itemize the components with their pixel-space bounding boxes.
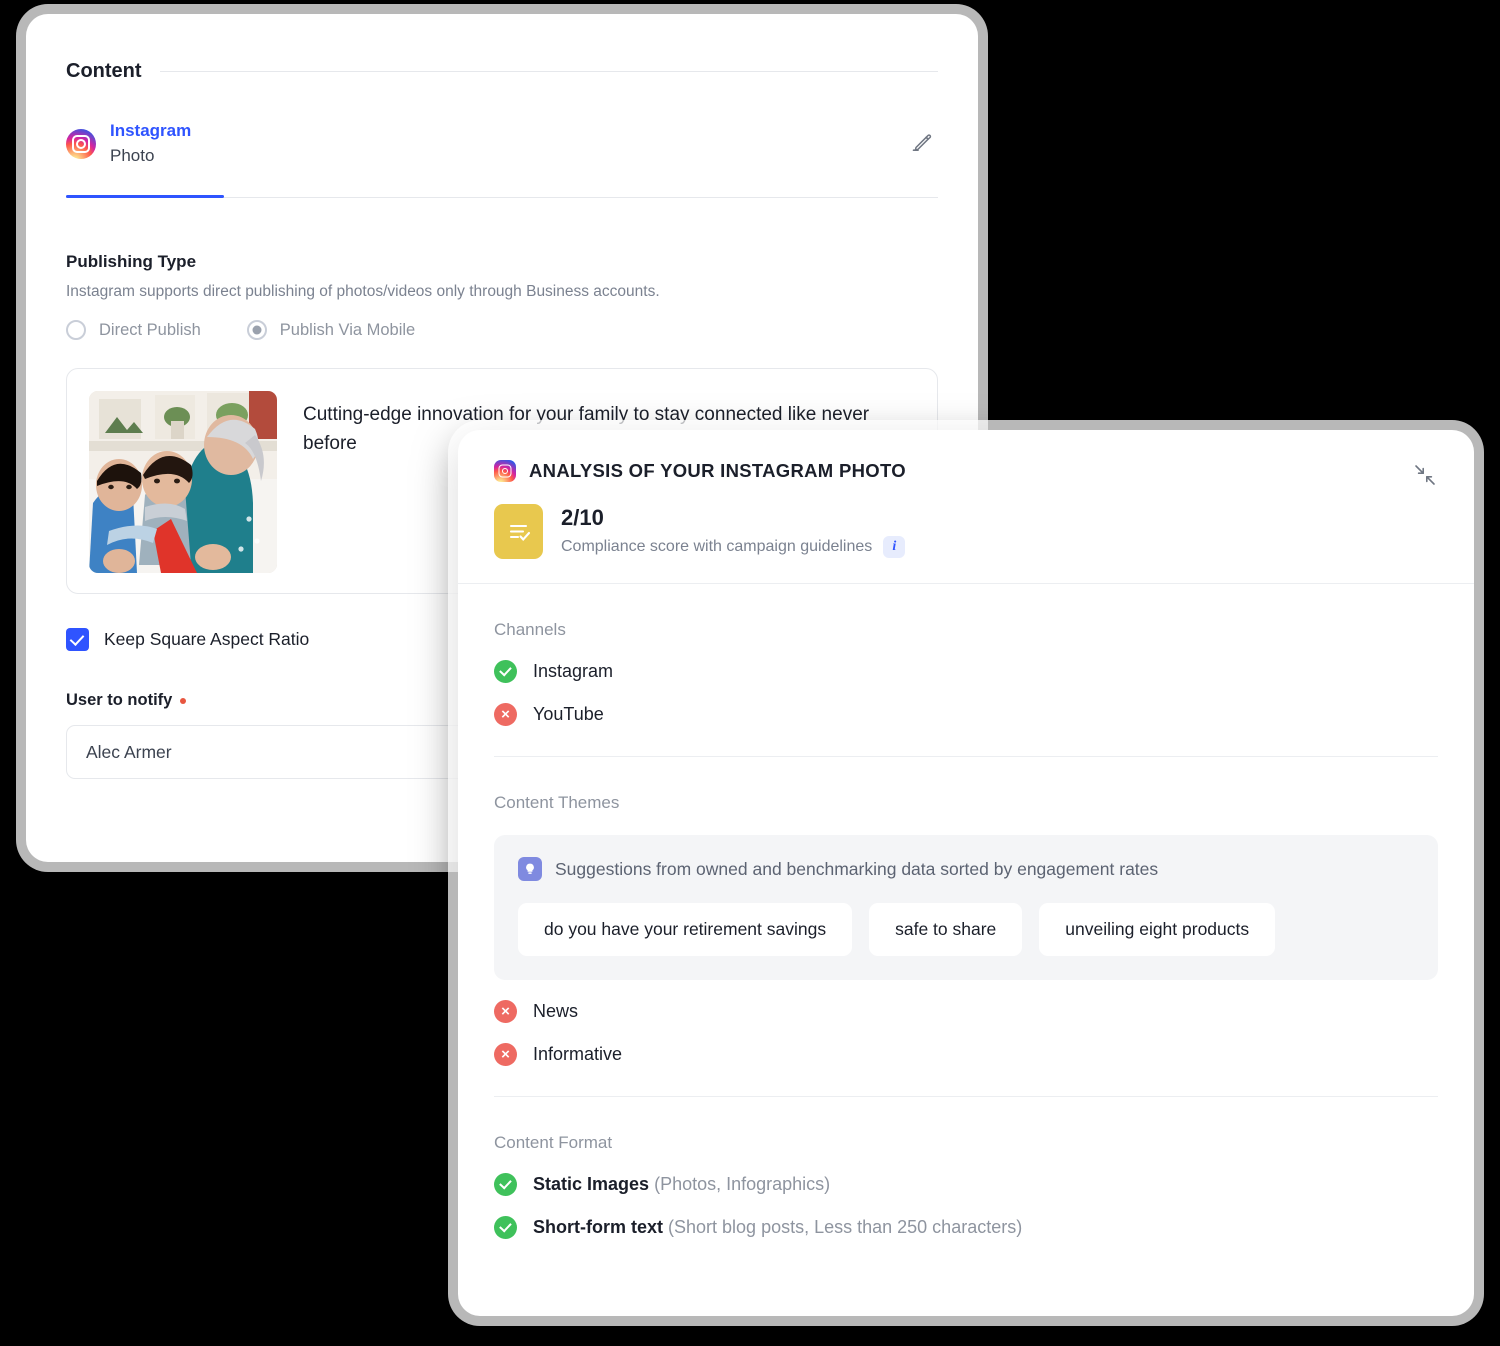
thumbnail-image <box>89 391 277 574</box>
user-to-notify-label-text: User to notify <box>66 691 173 710</box>
tab-channel-name: Instagram <box>110 121 192 140</box>
collapse-icon <box>1415 465 1435 485</box>
format-short-form-text-name: Short-form text <box>533 1217 663 1237</box>
content-themes-section-divider <box>494 1096 1438 1097</box>
suggestion-chip[interactable]: unveiling eight products <box>1039 903 1276 956</box>
channel-item-instagram: Instagram <box>494 660 1438 683</box>
analysis-panel-header: ANALYSIS OF YOUR INSTAGRAM PHOTO 2/10 Co… <box>458 430 1474 583</box>
format-static-images: Static Images (Photos, Infographics) <box>533 1174 830 1195</box>
suggestion-chip-row: do you have your retirement savings safe… <box>518 903 1414 956</box>
analysis-panel-body: Channels Instagram YouTube <box>458 620 1474 756</box>
theme-item-informative: Informative <box>494 1043 1438 1066</box>
analysis-panel: ANALYSIS OF YOUR INSTAGRAM PHOTO 2/10 Co… <box>458 430 1474 1316</box>
check-circle-icon <box>494 1173 517 1196</box>
analysis-title-row: ANALYSIS OF YOUR INSTAGRAM PHOTO <box>494 460 1438 482</box>
theme-item-news: News <box>494 1000 1438 1023</box>
required-indicator-icon <box>180 697 187 704</box>
suggestion-chip[interactable]: do you have your retirement savings <box>518 903 853 956</box>
cross-circle-icon <box>494 1000 517 1023</box>
header-divider <box>159 71 938 72</box>
publishing-type-block: Publishing Type Instagram supports direc… <box>66 252 938 341</box>
lightbulb-icon <box>518 857 542 881</box>
page-title: Content <box>66 60 142 82</box>
compliance-score-value: 2/10 <box>561 505 604 530</box>
channels-group-label: Channels <box>494 620 566 639</box>
channel-tab-bar: Instagram Photo <box>66 119 938 199</box>
content-themes-group-label: Content Themes <box>494 793 620 812</box>
radio-circle-icon <box>66 320 86 341</box>
keep-square-aspect-ratio-label: Keep Square Aspect Ratio <box>104 629 310 650</box>
check-circle-icon <box>494 1216 517 1239</box>
publishing-type-title: Publishing Type <box>66 252 197 272</box>
instagram-icon <box>66 128 96 159</box>
compliance-score-caption: Compliance score with campaign guideline… <box>561 538 873 555</box>
suggestions-header: Suggestions from owned and benchmarking … <box>518 857 1414 881</box>
compliance-score-caption-row: Compliance score with campaign guideline… <box>561 536 906 558</box>
format-item-static-images: Static Images (Photos, Infographics) <box>494 1173 1438 1196</box>
compliance-score-row: 2/10 Compliance score with campaign guid… <box>494 504 1438 559</box>
radio-publish-via-mobile[interactable]: Publish Via Mobile <box>246 320 416 341</box>
content-themes-section: Content Themes Suggestions from owned an… <box>458 793 1474 1096</box>
format-static-images-name: Static Images <box>533 1174 650 1194</box>
channels-section-divider <box>494 756 1438 757</box>
tab-instagram[interactable]: Instagram Photo <box>66 119 191 198</box>
compliance-score-badge <box>494 504 543 559</box>
channel-item-youtube: YouTube <box>494 703 1438 726</box>
format-short-form-text-detail: (Short blog posts, Less than 250 charact… <box>668 1217 1023 1237</box>
edit-content-button[interactable] <box>908 127 938 157</box>
tab-active-indicator <box>66 195 224 199</box>
suggestion-chip[interactable]: safe to share <box>869 903 1023 956</box>
checklist-icon <box>509 524 530 541</box>
keep-square-aspect-ratio-checkbox[interactable] <box>66 628 89 652</box>
analysis-panel-title: ANALYSIS OF YOUR INSTAGRAM PHOTO <box>529 460 906 481</box>
instagram-icon <box>494 460 516 482</box>
format-item-short-form-text: Short-form text (Short blog posts, Less … <box>494 1216 1438 1239</box>
radio-circle-selected-icon <box>246 320 267 341</box>
tab-channel-subtitle: Photo <box>110 145 155 165</box>
suggestions-description: Suggestions from owned and benchmarking … <box>555 858 1159 879</box>
header-bottom-divider <box>458 583 1474 584</box>
radio-direct-publish-label: Direct Publish <box>99 320 201 339</box>
info-icon[interactable]: i <box>883 536 906 558</box>
radio-direct-publish[interactable]: Direct Publish <box>66 320 201 341</box>
format-short-form-text: Short-form text (Short blog posts, Less … <box>533 1217 1022 1238</box>
channel-instagram-label: Instagram <box>533 661 614 681</box>
publishing-type-description: Instagram supports direct publishing of … <box>66 283 660 301</box>
publishing-type-radio-group: Direct Publish Publish Via Mobile <box>66 320 938 341</box>
suggestions-box: Suggestions from owned and benchmarking … <box>494 835 1438 980</box>
post-thumbnail <box>89 391 277 574</box>
cross-circle-icon <box>494 703 517 726</box>
theme-news-label: News <box>533 1001 579 1021</box>
content-format-group-label: Content Format <box>494 1133 613 1152</box>
lightbulb-glyph <box>526 863 534 874</box>
content-format-section: Content Format Static Images (Photos, In… <box>458 1133 1474 1239</box>
check-circle-icon <box>494 660 517 683</box>
cross-circle-icon <box>494 1043 517 1066</box>
content-section-header: Content <box>26 60 978 83</box>
radio-publish-via-mobile-label: Publish Via Mobile <box>279 320 416 339</box>
pencil-icon <box>912 134 932 152</box>
format-static-images-detail: (Photos, Infographics) <box>654 1174 831 1194</box>
channel-youtube-label: YouTube <box>533 704 604 724</box>
user-to-notify-value: Alec Armer <box>86 741 172 762</box>
theme-informative-label: Informative <box>533 1044 623 1064</box>
collapse-panel-button[interactable] <box>1410 460 1440 490</box>
